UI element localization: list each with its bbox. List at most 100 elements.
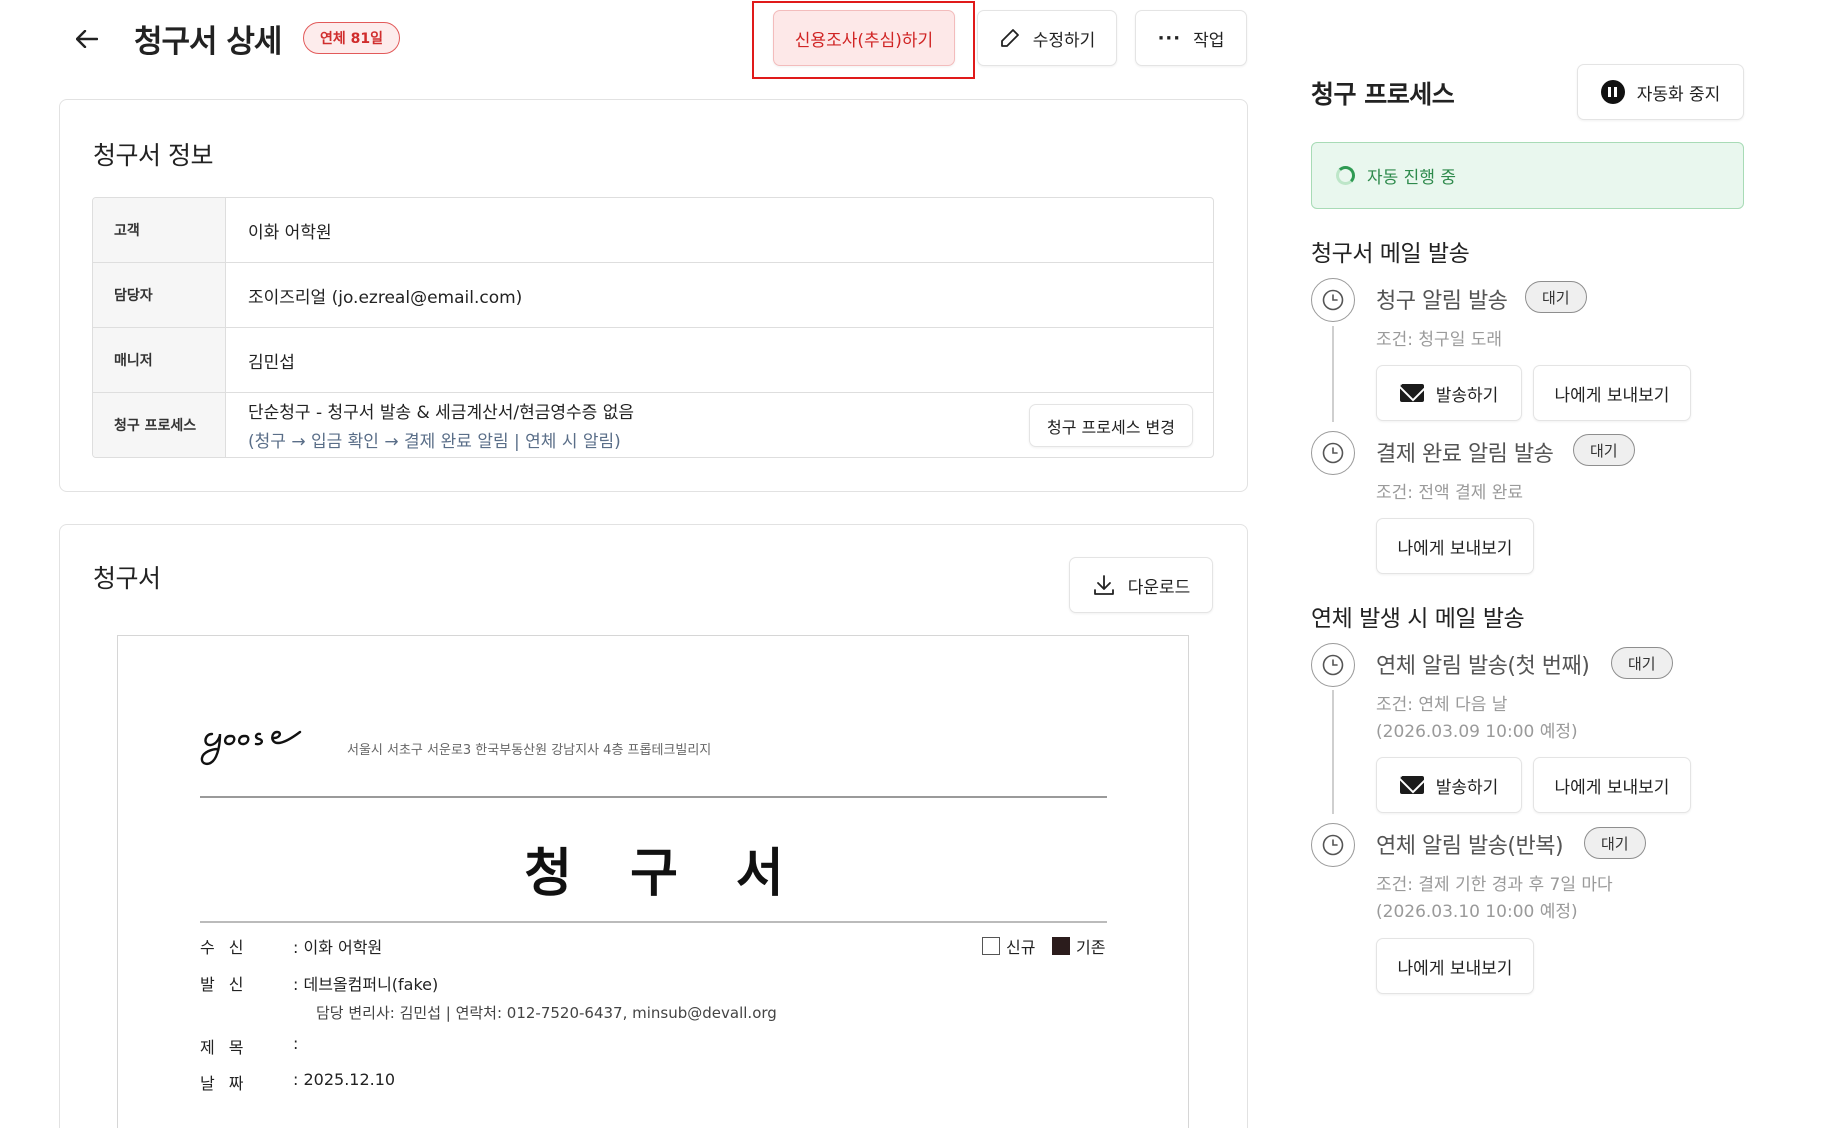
- pencil-icon: [1000, 29, 1019, 47]
- checkbox-new: 신규: [982, 934, 1035, 958]
- process-flow: (청구 → 입금 확인 → 결제 완료 알림 | 연체 시 알림): [248, 432, 621, 452]
- send-label: 발송하기: [1435, 385, 1499, 406]
- credit-check-label: 신용조사(추심)하기: [794, 30, 934, 51]
- info-value: 김민섭: [248, 352, 295, 373]
- send-to-me-label: 나에게 보내보기: [1554, 385, 1670, 406]
- invoice-card: 청구서 다운로드 서울시 서초구 서운로3 한국부동산원 강남지사 4층 프롭테…: [59, 524, 1248, 1128]
- page-title: 청구서 상세: [134, 24, 282, 60]
- send-to-me-button[interactable]: 나에게 보내보기: [1533, 365, 1691, 421]
- step-condition: 조건: 결제 기한 경과 후 7일 마다: [1376, 875, 1613, 895]
- automation-status: 자동 진행 중: [1311, 142, 1744, 209]
- send-to-me-label: 나에게 보내보기: [1554, 777, 1670, 798]
- send-to-me-button[interactable]: 나에게 보내보기: [1376, 938, 1534, 994]
- step-condition: 조건: 연체 다음 날: [1376, 695, 1508, 715]
- recipient-value: : 이화 어학원: [293, 938, 383, 957]
- clock-icon: [1311, 823, 1355, 867]
- checkbox-empty: [982, 937, 1000, 955]
- section-invoice-mail: 청구서 메일 발송: [1311, 241, 1470, 267]
- work-label: 작업: [1193, 30, 1225, 51]
- sender-value: : 데브올컴퍼니(fake): [293, 975, 439, 994]
- download-button[interactable]: 다운로드: [1069, 557, 1213, 613]
- invoice-info-card: 청구서 정보 고객 이화 어학원 담당자 조이즈리얼 (jo.ezreal@em…: [59, 99, 1248, 492]
- step-title: 연체 알림 발송(반복): [1376, 834, 1564, 859]
- step-title: 결제 완료 알림 발송: [1376, 442, 1554, 467]
- edit-button[interactable]: 수정하기: [977, 10, 1117, 66]
- process-panel-title: 청구 프로세스: [1311, 80, 1455, 109]
- credit-check-button[interactable]: 신용조사(추심)하기: [773, 10, 955, 66]
- goose-logo: [200, 708, 332, 778]
- arrow-left-icon: [76, 30, 98, 48]
- clock-icon: [1311, 278, 1355, 322]
- send-to-me-label: 나에게 보내보기: [1397, 538, 1513, 559]
- info-row-process: 청구 프로세스 단순청구 - 청구서 발송 & 세금계산서/현금영수증 없음 (…: [93, 393, 1213, 457]
- send-to-me-button[interactable]: 나에게 보내보기: [1376, 518, 1534, 574]
- sender-contact: 담당 변리사: 김민섭 | 연락처: 012-7520-6437, minsub…: [316, 1004, 777, 1022]
- step-schedule: (2026.03.10 10:00 예정): [1376, 902, 1578, 922]
- clock-icon: [1311, 643, 1355, 687]
- info-card-title: 청구서 정보: [93, 141, 213, 170]
- step-title: 청구 알림 발송: [1376, 289, 1508, 314]
- work-menu-button[interactable]: ··· 작업: [1135, 10, 1247, 66]
- info-label: 매니저: [93, 328, 226, 392]
- step-condition: 조건: 전액 결제 완료: [1376, 483, 1524, 503]
- document-title: 청구서: [524, 844, 842, 904]
- send-label: 발송하기: [1435, 777, 1499, 798]
- divider: [200, 921, 1107, 923]
- section-overdue-mail: 연체 발생 시 메일 발송: [1311, 606, 1525, 632]
- info-label: 고객: [93, 198, 226, 262]
- checkbox-existing-label: 기존: [1076, 938, 1106, 957]
- invoice-document: 서울시 서초구 서운로3 한국부동산원 강남지사 4층 프롭테크빌리지 청구서 …: [117, 635, 1189, 1128]
- status-badge: 대기: [1525, 281, 1587, 313]
- edit-label: 수정하기: [1032, 30, 1096, 51]
- subject-label: 제목: [200, 1038, 258, 1057]
- send-to-me-label: 나에게 보내보기: [1397, 958, 1513, 979]
- process-name: 단순청구 - 청구서 발송 & 세금계산서/현금영수증 없음: [248, 403, 634, 423]
- timeline-line: [1332, 326, 1334, 422]
- step-schedule: (2026.03.09 10:00 예정): [1376, 722, 1578, 742]
- goose-logo-graphic: [200, 730, 302, 766]
- recipient-label: 수신: [200, 938, 258, 957]
- info-value: 조이즈리얼 (jo.ezreal@email.com): [248, 287, 523, 308]
- invoice-card-title: 청구서: [93, 564, 161, 593]
- info-label: 담당자: [93, 263, 226, 327]
- status-badge: 대기: [1573, 434, 1635, 466]
- more-icon: ···: [1157, 27, 1182, 49]
- divider: [200, 796, 1107, 798]
- clock-icon: [1311, 431, 1355, 475]
- step-title: 연체 알림 발송(첫 번째): [1376, 654, 1590, 679]
- change-process-label: 청구 프로세스 변경: [1047, 417, 1175, 437]
- send-to-me-button[interactable]: 나에게 보내보기: [1533, 757, 1691, 813]
- info-value: 이화 어학원: [248, 222, 332, 243]
- overdue-badge: 연체 81일: [303, 22, 400, 54]
- automation-status-label: 자동 진행 중: [1367, 168, 1457, 188]
- spinner-icon: [1336, 166, 1355, 185]
- step-condition: 조건: 청구일 도래: [1376, 330, 1503, 350]
- pause-icon: [1600, 80, 1625, 104]
- download-icon: [1093, 575, 1114, 595]
- date-label: 날짜: [200, 1074, 258, 1093]
- checkbox-existing: 기존: [1052, 934, 1105, 958]
- company-address: 서울시 서초구 서운로3 한국부동산원 강남지사 4층 프롭테크빌리지: [347, 743, 712, 758]
- subject-value: :: [293, 1034, 299, 1053]
- info-table: 고객 이화 어학원 담당자 조이즈리얼 (jo.ezreal@email.com…: [92, 197, 1214, 458]
- info-row-customer: 고객 이화 어학원: [93, 198, 1213, 263]
- info-row-contact: 담당자 조이즈리얼 (jo.ezreal@email.com): [93, 263, 1213, 328]
- timeline-line: [1332, 690, 1334, 814]
- envelope-icon: [1399, 384, 1424, 402]
- change-process-button[interactable]: 청구 프로세스 변경: [1029, 404, 1193, 447]
- sender-label: 발신: [200, 975, 258, 994]
- send-button[interactable]: 발송하기: [1376, 757, 1522, 813]
- download-label: 다운로드: [1127, 577, 1191, 598]
- back-button[interactable]: [72, 24, 102, 54]
- checkbox-filled: [1052, 937, 1070, 955]
- checkbox-new-label: 신규: [1006, 938, 1036, 957]
- pause-automation-button[interactable]: 자동화 중지: [1577, 64, 1744, 120]
- info-value: 단순청구 - 청구서 발송 & 세금계산서/현금영수증 없음 (청구 → 입금 …: [226, 393, 1213, 457]
- pause-automation-label: 자동화 중지: [1636, 84, 1721, 105]
- info-label: 청구 프로세스: [93, 393, 226, 457]
- info-row-manager: 매니저 김민섭: [93, 328, 1213, 393]
- send-button[interactable]: 발송하기: [1376, 365, 1522, 421]
- status-badge: 대기: [1584, 827, 1646, 859]
- date-value: : 2025.12.10: [293, 1070, 396, 1089]
- envelope-icon: [1399, 776, 1424, 794]
